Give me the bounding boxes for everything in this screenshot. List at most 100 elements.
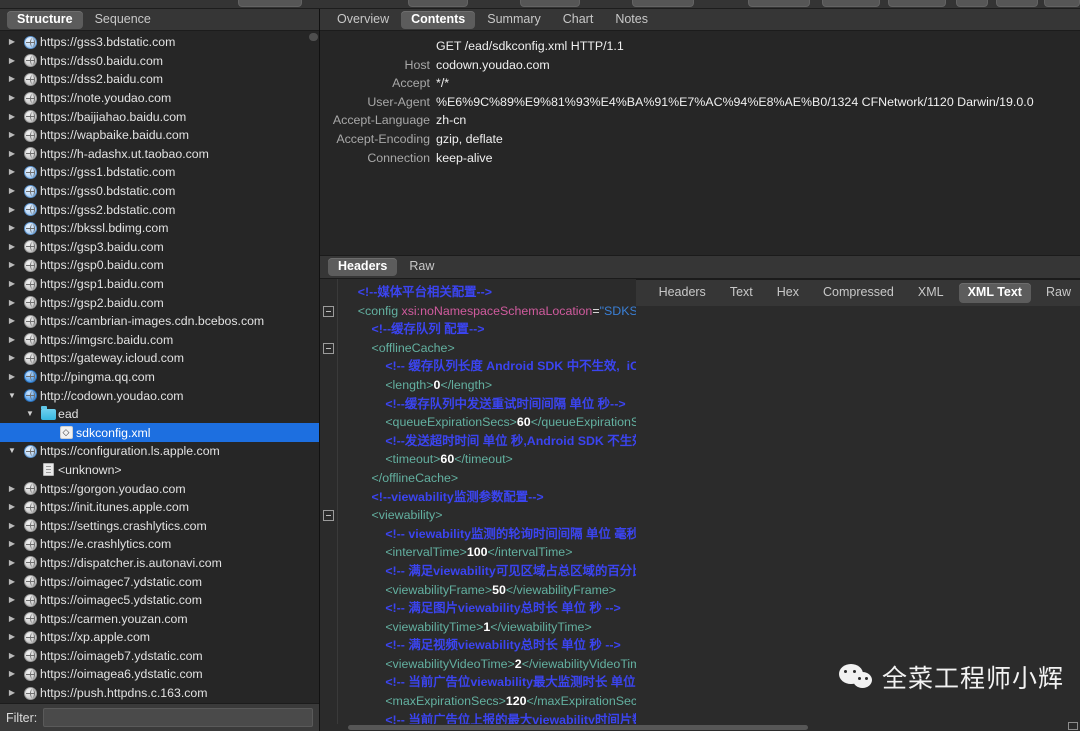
- tab-text[interactable]: Text: [721, 283, 762, 303]
- tree-row[interactable]: ▶ https://gorgon.youdao.com: [0, 479, 319, 498]
- tree-row[interactable]: ▶ https://oimageb7.ydstatic.com: [0, 647, 319, 666]
- tab-xml[interactable]: XML: [909, 283, 953, 303]
- tree-row[interactable]: ▶ https://baijiahao.baidu.com: [0, 107, 319, 126]
- tree-row[interactable]: ▶ https://gsp3.baidu.com: [0, 238, 319, 257]
- tree-row[interactable]: ▶ https://oimagec7.ydstatic.com: [0, 572, 319, 591]
- chevron-right-icon[interactable]: ▶: [4, 261, 20, 269]
- tree-row[interactable]: ▶ https://carmen.youzan.com: [0, 609, 319, 628]
- chevron-right-icon[interactable]: ▶: [4, 372, 20, 381]
- chevron-right-icon[interactable]: ▶: [4, 596, 20, 604]
- toolbar-button-3[interactable]: [520, 0, 580, 7]
- tree-row[interactable]: ▶ https://h-adashx.ut.taobao.com: [0, 145, 319, 164]
- chevron-right-icon[interactable]: ▶: [4, 670, 20, 678]
- tree-row[interactable]: ▶ https://dss2.baidu.com: [0, 70, 319, 89]
- toolbar-button-2[interactable]: [408, 0, 468, 7]
- tab-xml-text[interactable]: XML Text: [958, 283, 1031, 303]
- tree-row[interactable]: ▶ https://bkssl.bdimg.com: [0, 219, 319, 238]
- tree-row[interactable]: ▶ https://gsp0.baidu.com: [0, 256, 319, 275]
- tree-scrollbar-thumb[interactable]: [309, 33, 318, 41]
- tree-row[interactable]: ▼ http://codown.youdao.com: [0, 386, 319, 405]
- toolbar-button-4[interactable]: [632, 0, 694, 7]
- tab-contents[interactable]: Contents: [401, 10, 476, 29]
- toolbar-button-10[interactable]: [1044, 0, 1080, 7]
- tab-chart[interactable]: Chart: [553, 11, 604, 29]
- fold-gutter[interactable]: [320, 279, 338, 731]
- fold-toggle-icon[interactable]: [323, 510, 334, 522]
- tree-row[interactable]: ▶ https://gss1.bdstatic.com: [0, 163, 319, 182]
- tree-row[interactable]: ▶ https://cambrian-images.cdn.bcebos.com: [0, 312, 319, 331]
- chevron-right-icon[interactable]: ▶: [4, 38, 20, 46]
- chevron-down-icon[interactable]: ▼: [4, 447, 20, 455]
- chevron-right-icon[interactable]: ▶: [4, 56, 20, 65]
- tree-row[interactable]: ▶ https://settings.crashlytics.com: [0, 516, 319, 535]
- tree-row[interactable]: ▶ https://gss3.bdstatic.com: [0, 33, 319, 52]
- tree-row[interactable]: ▶ https://imgsrc.baidu.com: [0, 331, 319, 350]
- chevron-right-icon[interactable]: ▶: [4, 224, 20, 232]
- chevron-right-icon[interactable]: ▶: [4, 131, 20, 139]
- toolbar-button-1[interactable]: [238, 0, 302, 7]
- chevron-right-icon[interactable]: ▶: [4, 317, 20, 325]
- tree-row[interactable]: ▶ https://xp.apple.com: [0, 628, 319, 647]
- chevron-right-icon[interactable]: ▶: [4, 540, 20, 548]
- tree-row[interactable]: ▶ https://init.itunes.apple.com: [0, 498, 319, 517]
- chevron-right-icon[interactable]: ▶: [4, 577, 20, 586]
- chevron-right-icon[interactable]: ▶: [4, 168, 20, 176]
- tab-summary[interactable]: Summary: [477, 11, 550, 29]
- chevron-right-icon[interactable]: ▶: [4, 614, 20, 623]
- tab-structure[interactable]: Structure: [7, 10, 83, 29]
- tree-row[interactable]: <unknown>: [0, 461, 319, 480]
- toolbar-button-9[interactable]: [996, 0, 1038, 7]
- tree-row[interactable]: ▶ https://oimagea6.ydstatic.com: [0, 665, 319, 684]
- chevron-right-icon[interactable]: ▶: [4, 484, 20, 493]
- chevron-down-icon[interactable]: ▼: [22, 410, 38, 418]
- chevron-right-icon[interactable]: ▶: [4, 503, 20, 511]
- tab-compressed[interactable]: Compressed: [814, 283, 903, 303]
- tree-row[interactable]: ▶ https://gateway.icloud.com: [0, 349, 319, 368]
- chevron-right-icon[interactable]: ▶: [4, 75, 20, 83]
- chevron-right-icon[interactable]: ▶: [4, 335, 20, 344]
- tab-hex[interactable]: Hex: [768, 283, 808, 303]
- tree-row[interactable]: ▶ https://push.httpdns.c.163.com: [0, 684, 319, 703]
- tree-row[interactable]: ▶ https://gss2.bdstatic.com: [0, 200, 319, 219]
- tab-headers[interactable]: Headers: [650, 283, 715, 303]
- chevron-right-icon[interactable]: ▶: [4, 94, 20, 102]
- toolbar-button-6[interactable]: [822, 0, 880, 7]
- resize-corner[interactable]: [1068, 722, 1078, 730]
- tree-row[interactable]: ▼ ead: [0, 405, 319, 424]
- xml-horizontal-scrollbar[interactable]: [320, 724, 1080, 731]
- tab-headers[interactable]: Headers: [328, 258, 398, 276]
- chevron-right-icon[interactable]: ▶: [4, 521, 20, 530]
- tree-row[interactable]: ◇ sdkconfig.xml: [0, 423, 319, 443]
- chevron-right-icon[interactable]: ▶: [4, 689, 20, 697]
- fold-toggle-icon[interactable]: [323, 305, 334, 317]
- tree-row[interactable]: ▶ http://pingma.qq.com: [0, 368, 319, 387]
- toolbar-button-5[interactable]: [748, 0, 810, 7]
- tree-row[interactable]: ▶ https://oimagec5.ydstatic.com: [0, 591, 319, 610]
- tree-row[interactable]: ▶ https://e.crashlytics.com: [0, 535, 319, 554]
- chevron-right-icon[interactable]: ▶: [4, 298, 20, 307]
- tab-raw[interactable]: Raw: [399, 258, 444, 276]
- chevron-right-icon[interactable]: ▶: [4, 112, 20, 121]
- tree-row[interactable]: ▶ https://note.youdao.com: [0, 89, 319, 108]
- toolbar-button-8[interactable]: [956, 0, 988, 7]
- chevron-right-icon[interactable]: ▶: [4, 280, 20, 288]
- chevron-down-icon[interactable]: ▼: [4, 391, 20, 400]
- chevron-right-icon[interactable]: ▶: [4, 242, 20, 251]
- chevron-right-icon[interactable]: ▶: [4, 633, 20, 641]
- tree-row[interactable]: ▶ https://gsp2.baidu.com: [0, 293, 319, 312]
- xml-text-view[interactable]: <!--媒体平台相关配置--> <config xsi:noNamespaceS…: [320, 279, 1080, 731]
- tree-row[interactable]: ▼ https://configuration.ls.apple.com: [0, 442, 319, 461]
- chevron-right-icon[interactable]: ▶: [4, 149, 20, 158]
- filter-input[interactable]: [43, 708, 313, 727]
- tree-row[interactable]: ▶ https://dss0.baidu.com: [0, 52, 319, 71]
- tab-overview[interactable]: Overview: [327, 11, 399, 29]
- chevron-right-icon[interactable]: ▶: [4, 651, 20, 660]
- tab-sequence[interactable]: Sequence: [85, 11, 161, 29]
- tab-notes[interactable]: Notes: [605, 11, 658, 29]
- tree-row[interactable]: ▶ https://dispatcher.is.autonavi.com: [0, 554, 319, 573]
- session-tree[interactable]: ▶ https://gss3.bdstatic.com ▶ https://dss0.…: [0, 31, 319, 703]
- tree-row[interactable]: ▶ https://wapbaike.baidu.com: [0, 126, 319, 145]
- chevron-right-icon[interactable]: ▶: [4, 354, 20, 362]
- tree-row[interactable]: ▶ https://gss0.bdstatic.com: [0, 182, 319, 201]
- chevron-right-icon[interactable]: ▶: [4, 187, 20, 195]
